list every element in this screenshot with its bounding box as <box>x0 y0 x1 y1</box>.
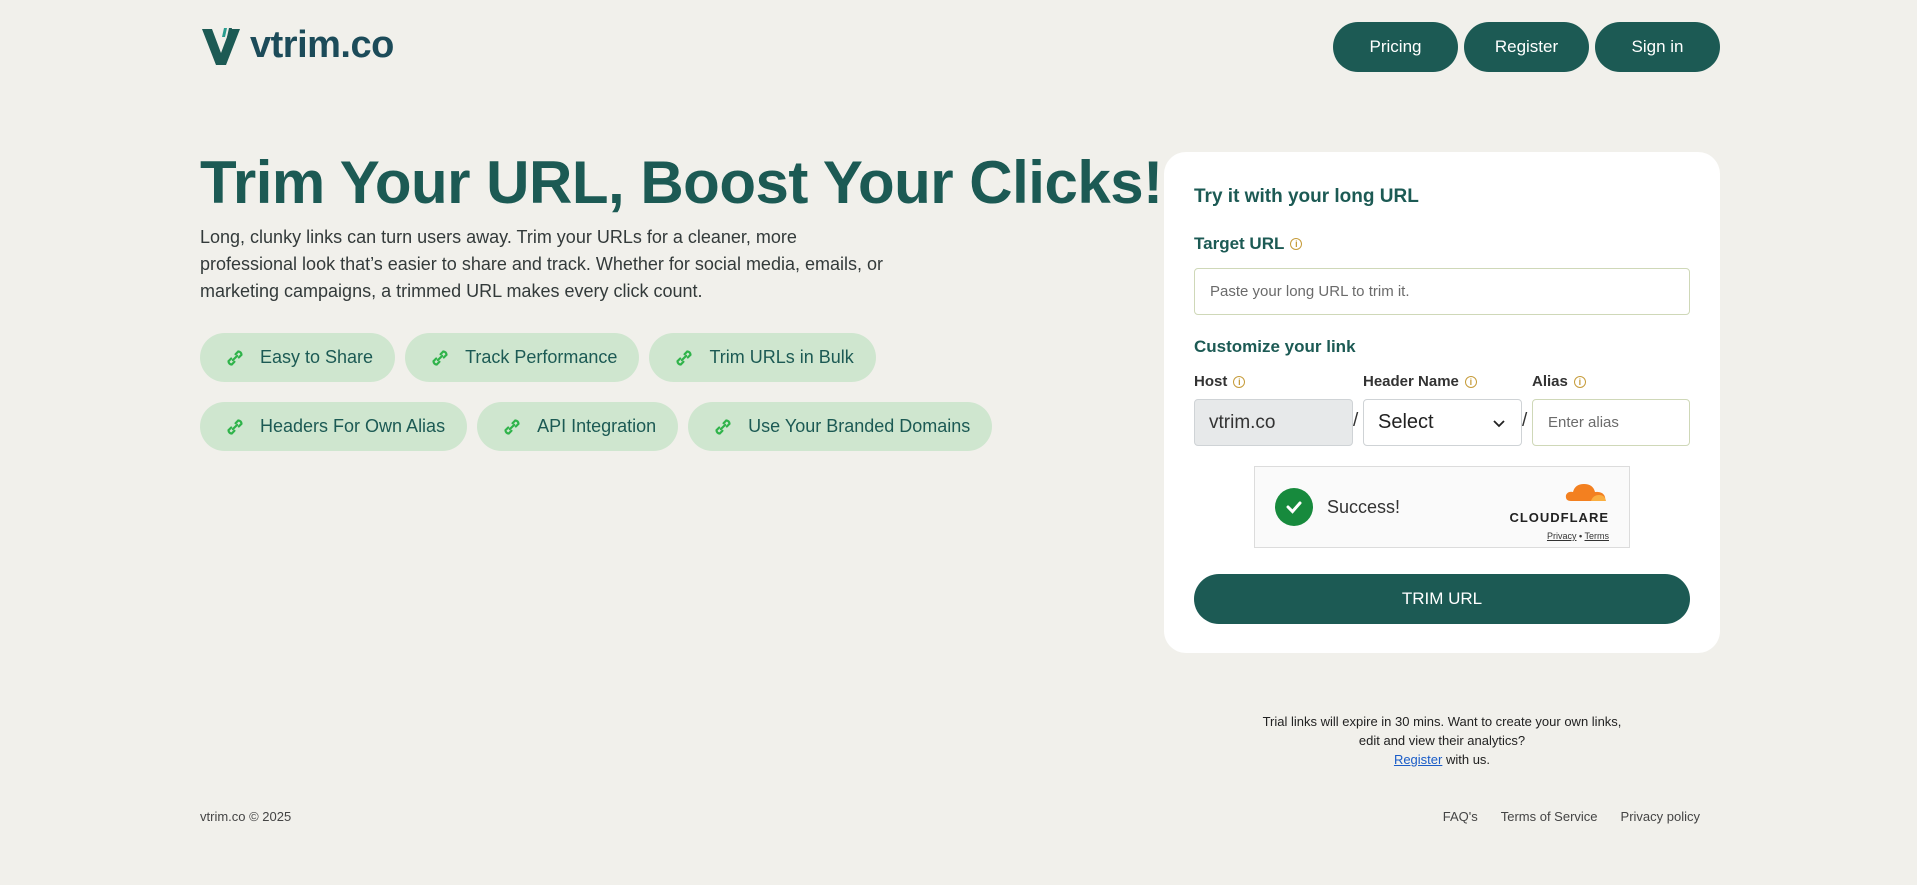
info-icon[interactable]: i <box>1233 375 1246 388</box>
header-name-selected: Select <box>1378 411 1434 433</box>
host-field: vtrim.co <box>1194 399 1353 446</box>
link-icon <box>432 349 448 366</box>
trial-line-3-suffix: with us. <box>1442 752 1491 767</box>
feature-label: Trim URLs in Bulk <box>709 347 854 367</box>
feature-chip: API Integration <box>477 402 679 451</box>
trial-line-3: Register with us. <box>1164 750 1720 769</box>
customize-label: Customize your link <box>1194 337 1356 356</box>
host-label-text: Host <box>1194 373 1228 390</box>
hero-description: Long, clunky links can turn users away. … <box>200 227 883 301</box>
feature-chip: Trim URLs in Bulk <box>649 333 876 382</box>
alias-input[interactable] <box>1532 399 1690 446</box>
info-icon[interactable]: i <box>1290 238 1303 250</box>
captcha-widget[interactable]: Success! CLOUDFLARE Privacy • Terms <box>1254 466 1630 548</box>
captcha-terms-link[interactable]: Terms <box>1585 531 1610 541</box>
cloudflare-logo-text: CLOUDFLARE <box>1509 510 1609 525</box>
sign-in-button[interactable]: Sign in <box>1595 22 1720 72</box>
trial-line-1: Trial links will expire in 30 mins. Want… <box>1262 714 1622 729</box>
chevron-down-icon <box>1493 419 1505 427</box>
success-check-icon <box>1275 488 1313 526</box>
logo-icon <box>202 27 240 65</box>
target-url-label-text: Target URL <box>1194 234 1285 253</box>
info-icon[interactable]: i <box>1464 375 1477 388</box>
trial-line-2: edit and view their analytics? <box>1358 733 1526 748</box>
feature-chip: Track Performance <box>405 333 640 382</box>
copyright: vtrim.co © 2025 <box>200 809 292 824</box>
path-separator: / <box>1353 410 1359 431</box>
target-url-label: Target URL i <box>1194 234 1303 254</box>
trim-form-card: Try it with your long URL Target URL i C… <box>1164 152 1720 653</box>
link-icon <box>715 418 731 435</box>
top-nav: Pricing Register Sign in <box>1333 22 1720 72</box>
logo-text: vtrim.co <box>250 24 394 66</box>
feature-chip: Easy to Share <box>200 333 396 382</box>
faq-link[interactable]: FAQ's <box>1443 809 1478 824</box>
captcha-links: Privacy • Terms <box>1509 531 1609 541</box>
feature-list: Easy to Share Track Performance Trim URL… <box>200 333 1020 451</box>
feature-label: API Integration <box>537 416 657 436</box>
form-title: Try it with your long URL <box>1194 186 1419 207</box>
host-label: Host i <box>1194 373 1246 390</box>
hero-title: Trim Your URL, Boost Your Clicks! <box>200 149 1163 216</box>
trial-notice: Trial links will expire in 30 mins. Want… <box>1164 712 1720 769</box>
captcha-privacy-link[interactable]: Privacy <box>1547 531 1577 541</box>
link-icon <box>504 418 520 435</box>
path-separator: / <box>1522 410 1528 431</box>
footer-links: FAQ's Terms of Service Privacy policy <box>1443 809 1700 824</box>
header-name-label-text: Header Name <box>1363 373 1459 390</box>
info-icon[interactable]: i <box>1573 375 1586 388</box>
cloudflare-cloud-icon <box>1565 484 1606 501</box>
feature-chip: Use Your Branded Domains <box>688 402 993 451</box>
alias-label-text: Alias <box>1532 373 1568 390</box>
link-icon <box>227 418 243 435</box>
trim-url-button[interactable]: TRIM URL <box>1194 574 1690 624</box>
target-url-input[interactable] <box>1194 268 1690 315</box>
feature-label: Headers For Own Alias <box>260 416 446 436</box>
site-header: vtrim.co Pricing Register Sign in <box>200 22 1720 74</box>
captcha-links-separator: • <box>1579 531 1583 541</box>
feature-label: Track Performance <box>465 347 618 367</box>
captcha-status: Success! <box>1327 496 1401 517</box>
terms-of-service-link[interactable]: Terms of Service <box>1501 809 1598 824</box>
privacy-policy-link[interactable]: Privacy policy <box>1621 809 1700 824</box>
register-button[interactable]: Register <box>1464 22 1589 72</box>
feature-label: Easy to Share <box>260 347 374 367</box>
header-name-label: Header Name i <box>1363 373 1477 390</box>
cloudflare-branding: CLOUDFLARE Privacy • Terms <box>1509 481 1609 541</box>
header-name-select[interactable]: Select <box>1363 399 1522 446</box>
register-link[interactable]: Register <box>1394 752 1442 767</box>
link-icon <box>676 349 693 366</box>
logo[interactable]: vtrim.co <box>200 24 394 67</box>
link-icon <box>227 349 243 366</box>
pricing-button[interactable]: Pricing <box>1333 22 1458 72</box>
feature-chip: Headers For Own Alias <box>200 402 468 451</box>
alias-label: Alias i <box>1532 373 1586 390</box>
feature-label: Use Your Branded Domains <box>748 416 971 436</box>
